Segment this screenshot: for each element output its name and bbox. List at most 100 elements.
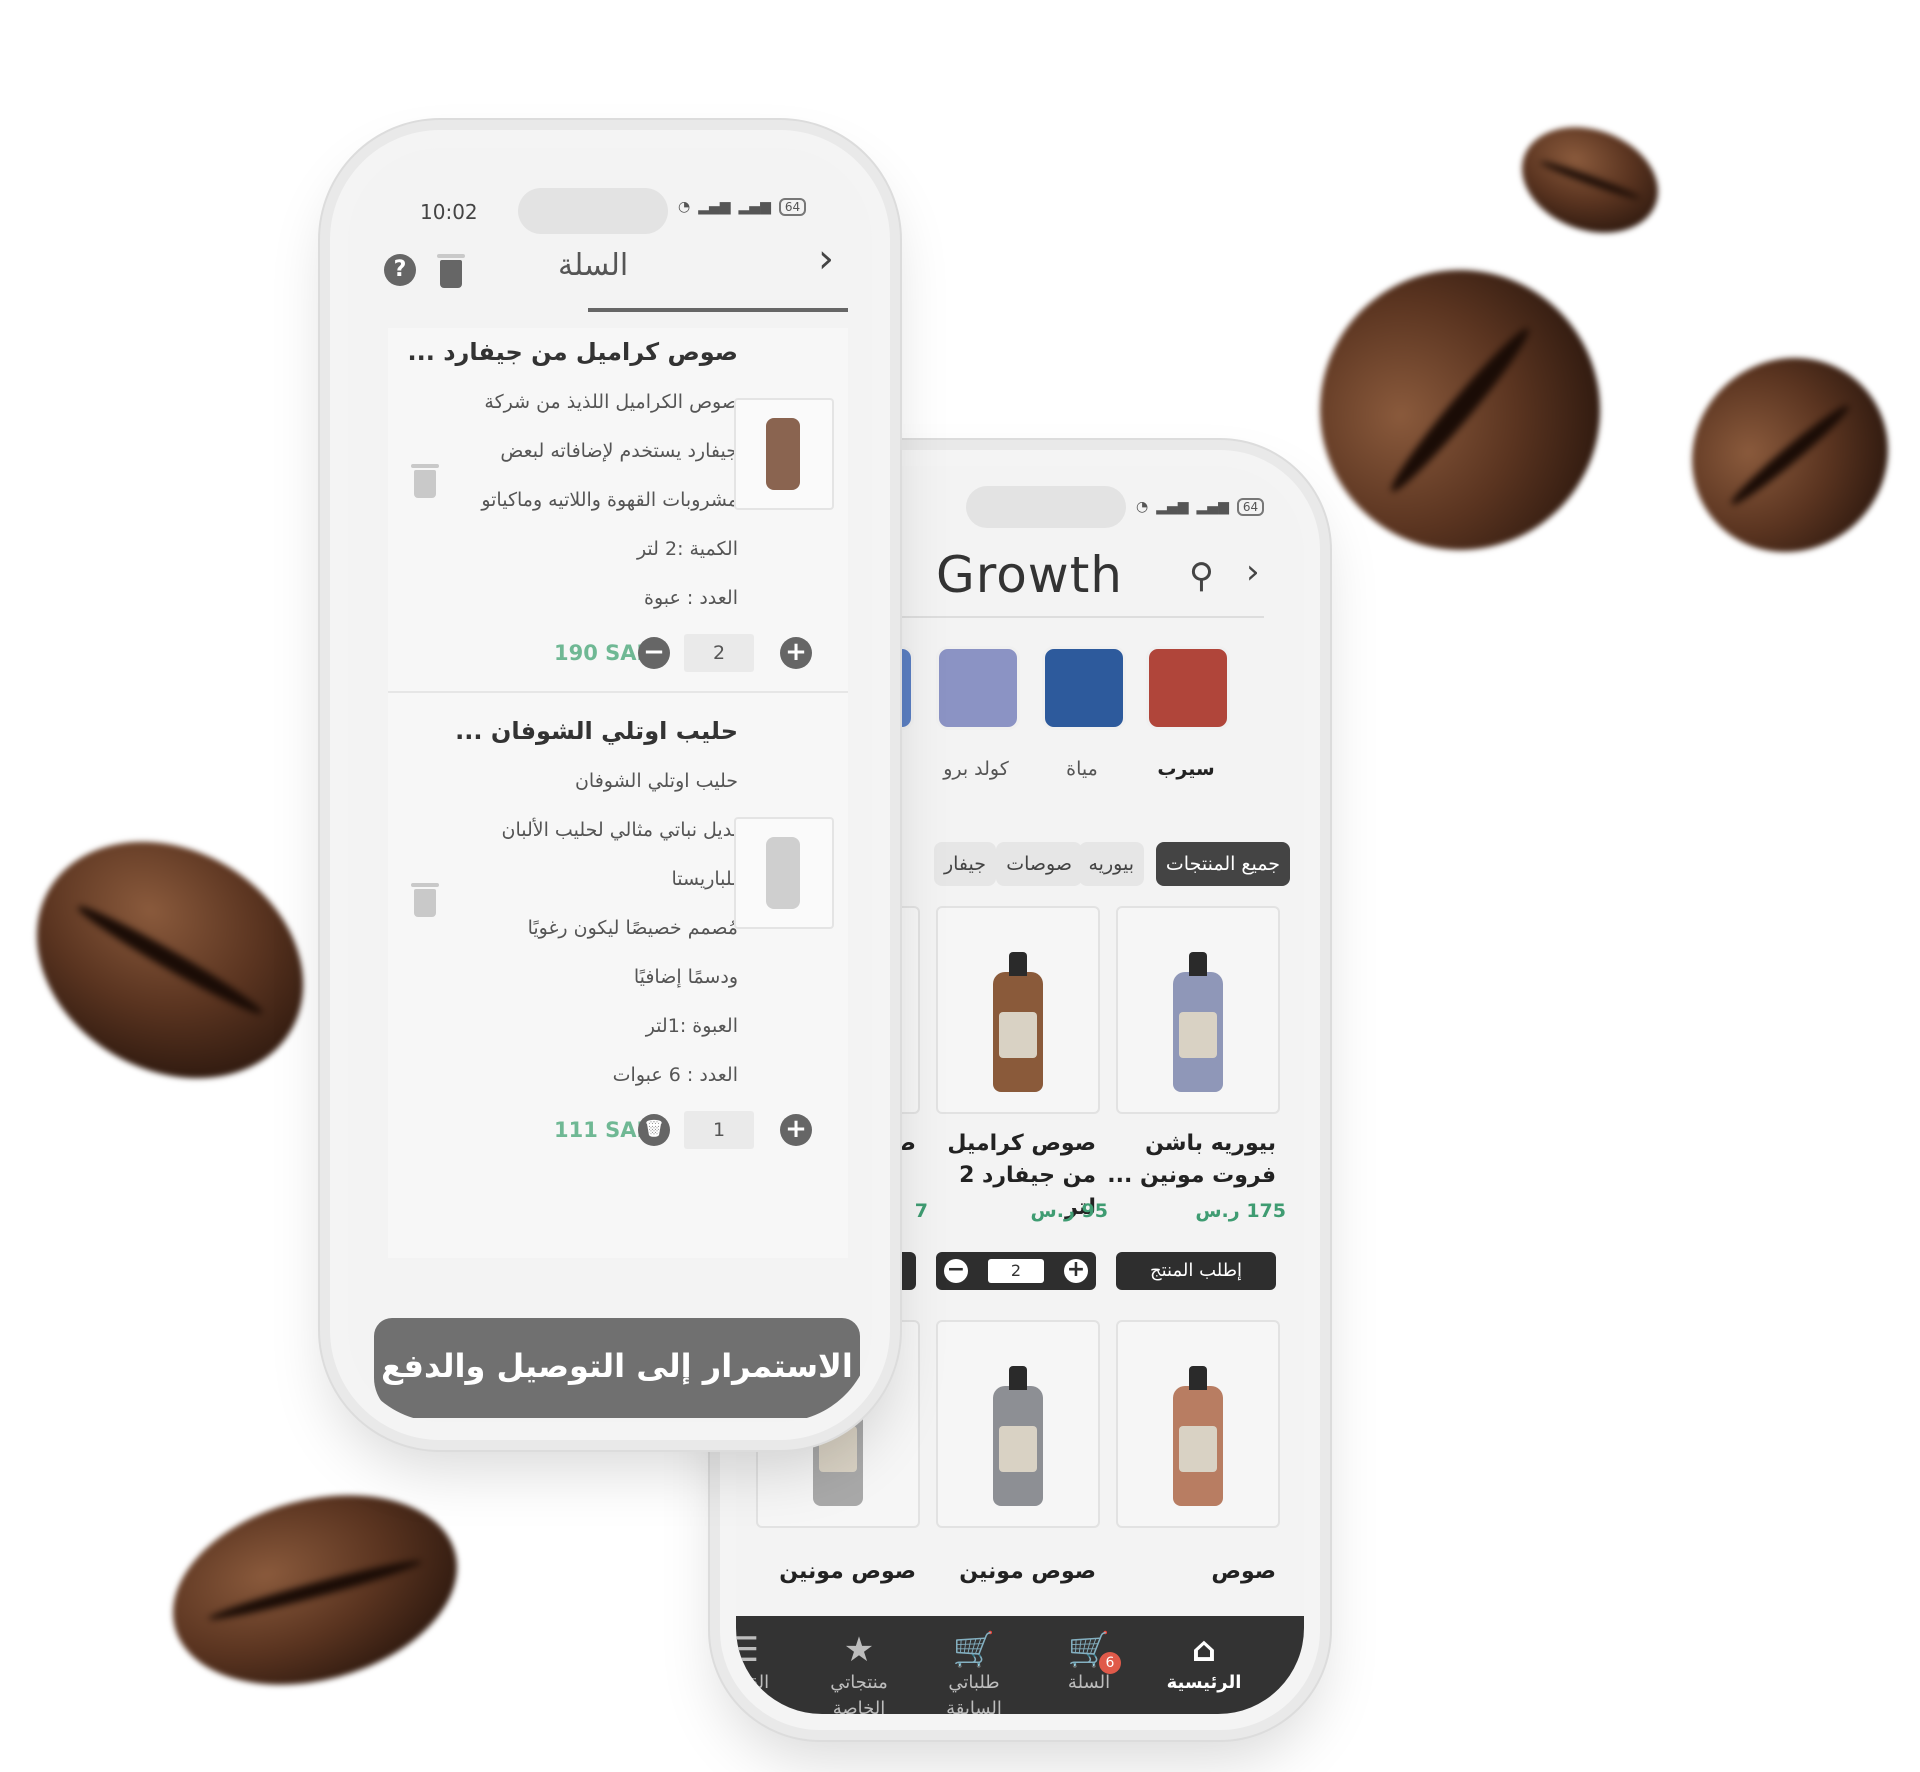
cart-item-image — [734, 817, 834, 929]
description-line: العدد : 6 عبوات — [612, 1064, 738, 1086]
orders-icon: 🛒 — [952, 1630, 996, 1670]
product-price: 95 ر.س — [1030, 1200, 1108, 1222]
product-card[interactable] — [936, 906, 1100, 1114]
page-title: السلة — [558, 248, 629, 283]
description-line: مشروبات القهوة واللاتيه وماكياتو — [481, 489, 738, 511]
product-card[interactable] — [1116, 906, 1280, 1114]
product-card[interactable] — [936, 1320, 1100, 1528]
menu-icon: ☰ — [736, 1630, 760, 1670]
description-line: بديل نباتي مثالي لحليب الألبان — [501, 819, 738, 841]
cart-item-description: حليب اوتلي الشوفان بديل نباتي مثالي لحليب… — [408, 757, 738, 1100]
description-line: الكمية :2 لتر — [636, 538, 738, 560]
clear-cart-icon[interactable] — [437, 254, 465, 288]
quantity-stepper[interactable]: −2 + — [936, 1252, 1096, 1290]
signal-icon: ▂▄▆ — [738, 199, 771, 215]
product-card[interactable] — [1116, 1320, 1280, 1528]
description-line: مُصمم خصيصًا ليكون رغويًا — [527, 917, 738, 939]
growth-logo: Growth — [936, 546, 1123, 604]
description-line: العدد : عبوة — [644, 587, 738, 609]
home-icon: ⌂ — [1191, 1630, 1217, 1670]
filter-chip[interactable]: بيوريه — [1078, 842, 1144, 886]
quantity-field[interactable]: 1 — [684, 1111, 754, 1149]
order-product-button[interactable]: إطلب المنتج — [1116, 1252, 1276, 1290]
quantity-value: 2 — [988, 1259, 1044, 1283]
nav-label: السلة — [1067, 1672, 1111, 1693]
bottom-navigation: ⌂ الرئيسية 🛒 السلة 6 🛒 طلباتي السابقة ★ منتجاتي … — [736, 1616, 1304, 1714]
product-title[interactable]: بيوريه باشن فروت مونين ... — [1106, 1128, 1276, 1192]
coffee-bean-image — [1262, 212, 1658, 608]
decrease-icon[interactable]: − — [638, 637, 670, 669]
category-label[interactable]: سيرب — [1136, 758, 1236, 780]
decrease-icon[interactable]: − — [944, 1259, 968, 1283]
help-icon[interactable]: ? — [384, 254, 416, 286]
description-line: العبوة :1لتر — [645, 1015, 738, 1037]
signal-icon: ▂▄▆ — [1196, 499, 1229, 515]
cart-items-panel: صوص كراميل من جيفارد ... صوص الكراميل الل… — [388, 328, 848, 1258]
item-divider — [388, 691, 848, 693]
filter-chip[interactable]: جيفار — [933, 842, 996, 886]
description-line: للباريستا — [671, 868, 738, 890]
product-title[interactable]: صوص مونين — [926, 1556, 1096, 1588]
product-image — [1173, 1366, 1223, 1506]
cart-item-image — [734, 398, 834, 510]
product-image — [766, 418, 800, 490]
star-icon: ★ — [843, 1630, 875, 1670]
filter-chip[interactable]: جميع المنتجات — [1155, 842, 1290, 886]
battery-icon: 64 — [1236, 498, 1265, 516]
category-image[interactable] — [1042, 646, 1126, 730]
increase-icon[interactable]: + — [780, 1114, 812, 1146]
description-line: صوص الكراميل اللذيذ من شركة — [484, 391, 738, 413]
chevron-right-icon[interactable]: › — [1246, 552, 1260, 592]
status-icons: ◔ ▂▄▆ ▂▄▆ 64 — [678, 198, 807, 216]
nav-menu[interactable]: ☰القائمة — [736, 1630, 794, 1696]
header-underline — [588, 308, 848, 312]
nav-orders[interactable]: 🛒 طلباتي السابقة — [924, 1630, 1024, 1714]
battery-icon: 64 — [778, 198, 807, 216]
product-title[interactable]: صوص — [1106, 1556, 1276, 1588]
bottle-label — [1179, 1012, 1217, 1058]
nav-label: طلباتي السابقة — [946, 1672, 1002, 1714]
bottle-label — [1179, 1426, 1217, 1472]
product-image — [1173, 952, 1223, 1092]
increase-icon[interactable]: + — [780, 637, 812, 669]
signal-icon: ▂▄▆ — [1156, 499, 1189, 515]
chevron-right-icon[interactable]: › — [818, 236, 834, 282]
category-image[interactable] — [1146, 646, 1230, 730]
cart-screen: 10:02 ◔ ▂▄▆ ▂▄▆ 64 ? السلة › صوص كراميل … — [348, 148, 872, 1422]
cart-item-title[interactable]: صوص كراميل من جيفارد ... — [398, 338, 738, 366]
bottle-label — [819, 1426, 857, 1472]
cart-count-badge: 6 — [1099, 1652, 1121, 1674]
dynamic-island — [518, 188, 668, 234]
category-label[interactable]: كولد برو — [926, 758, 1026, 780]
coffee-bean-image — [1652, 317, 1920, 593]
product-price: 175 ر.س — [1195, 1200, 1286, 1222]
quantity-field[interactable]: 2 — [684, 634, 754, 672]
remove-item-icon[interactable] — [411, 883, 439, 917]
delete-icon[interactable]: 🗑 — [638, 1114, 670, 1146]
coffee-bean-image — [1507, 109, 1673, 251]
increase-icon[interactable]: + — [1064, 1259, 1088, 1283]
wifi-icon: ◔ — [678, 199, 691, 215]
category-image[interactable] — [936, 646, 1020, 730]
nav-star[interactable]: ★ منتجاتي الخاصة — [809, 1630, 909, 1714]
cart-item-title[interactable]: حليب اوتلي الشوفان ... — [398, 717, 738, 745]
product-image — [993, 952, 1043, 1092]
cart-item-description: صوص الكراميل اللذيذ من شركة جيفارد يستخدم… — [408, 378, 738, 623]
nav-home[interactable]: ⌂ الرئيسية — [1154, 1630, 1254, 1696]
wifi-icon: ◔ — [1136, 499, 1149, 515]
product-title[interactable]: صوص مونين — [746, 1556, 916, 1588]
remove-item-icon[interactable] — [411, 464, 439, 498]
coffee-bean-image — [151, 1465, 479, 1715]
category-label[interactable]: مياة — [1032, 758, 1132, 780]
bottle-label — [999, 1426, 1037, 1472]
coffee-bean-image — [0, 794, 347, 1126]
bottle-label — [999, 1012, 1037, 1058]
cart-phone: 10:02 ◔ ▂▄▆ ▂▄▆ 64 ? السلة › صوص كراميل … — [330, 130, 890, 1440]
signal-icon: ▂▄▆ — [698, 199, 731, 215]
filter-chip[interactable]: صوصات — [996, 842, 1082, 886]
nav-cart[interactable]: 🛒 السلة 6 — [1039, 1630, 1139, 1696]
product-price: 7 — [914, 1200, 928, 1222]
search-icon[interactable]: ⚲ — [1189, 556, 1214, 596]
checkout-button[interactable]: الاستمرار إلى التوصيل والدفع — [374, 1318, 860, 1418]
product-image — [993, 1366, 1043, 1506]
